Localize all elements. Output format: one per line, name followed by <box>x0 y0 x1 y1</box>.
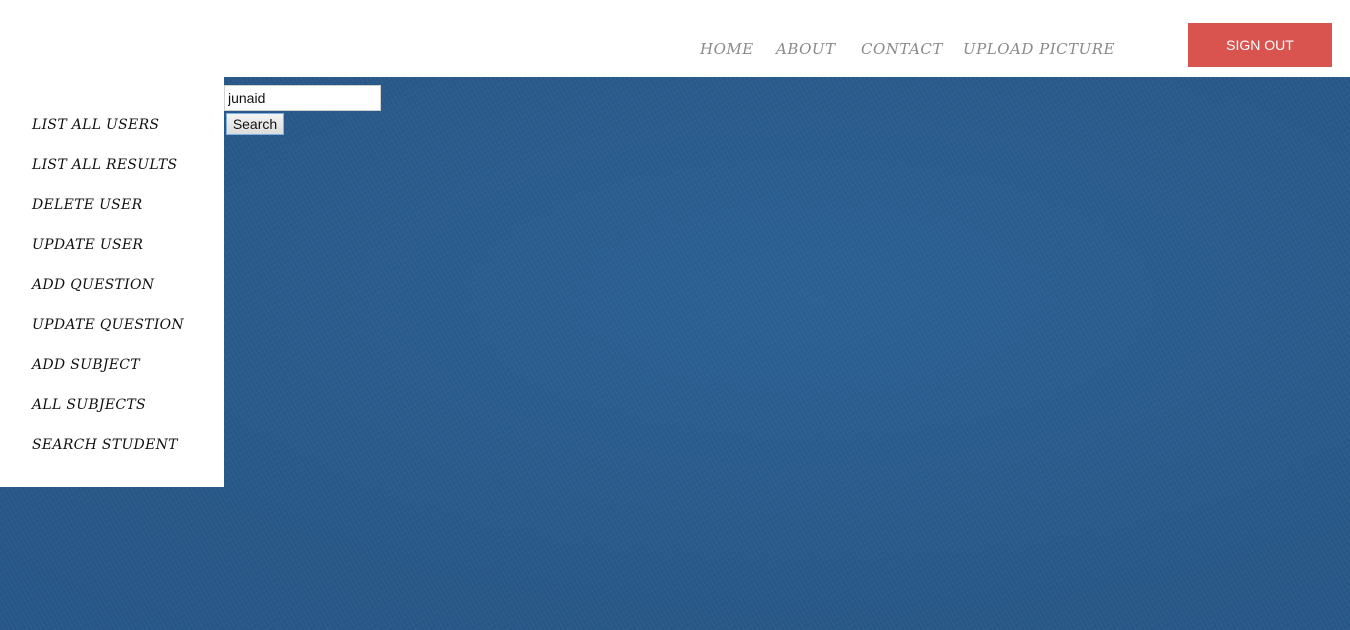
sidebar-item-update-user[interactable]: UPDATE USER <box>32 235 184 275</box>
nav-upload-picture-link[interactable]: UPLOAD PICTURE <box>963 40 1115 58</box>
sidebar-item-search-student[interactable]: SEARCH STUDENT <box>32 435 184 475</box>
sidebar-item-delete-user[interactable]: DELETE USER <box>32 195 184 235</box>
sign-out-button[interactable]: SIGN OUT <box>1188 23 1332 67</box>
sidebar-menu: LIST ALL USERS LIST ALL RESULTS DELETE U… <box>32 115 184 475</box>
sidebar-item-add-subject[interactable]: ADD SUBJECT <box>32 355 184 395</box>
sidebar: LIST ALL USERS LIST ALL RESULTS DELETE U… <box>0 77 224 487</box>
search-button[interactable]: Search <box>226 113 284 135</box>
nav-about-link[interactable]: ABOUT <box>776 40 836 58</box>
page: HOME ABOUT CONTACT UPLOAD PICTURE SIGN O… <box>0 0 1350 630</box>
sidebar-item-all-subjects[interactable]: ALL SUBJECTS <box>32 395 184 435</box>
nav-home-link[interactable]: HOME <box>700 40 754 58</box>
sidebar-item-list-all-results[interactable]: LIST ALL RESULTS <box>32 155 184 195</box>
sidebar-item-update-question[interactable]: UPDATE QUESTION <box>32 315 184 355</box>
top-navbar: HOME ABOUT CONTACT UPLOAD PICTURE SIGN O… <box>0 0 1350 77</box>
main-nav: HOME ABOUT CONTACT UPLOAD PICTURE <box>0 40 1350 62</box>
search-input[interactable] <box>224 85 381 111</box>
sidebar-item-add-question[interactable]: ADD QUESTION <box>32 275 184 315</box>
sidebar-item-list-all-users[interactable]: LIST ALL USERS <box>32 115 184 155</box>
nav-contact-link[interactable]: CONTACT <box>861 40 943 58</box>
